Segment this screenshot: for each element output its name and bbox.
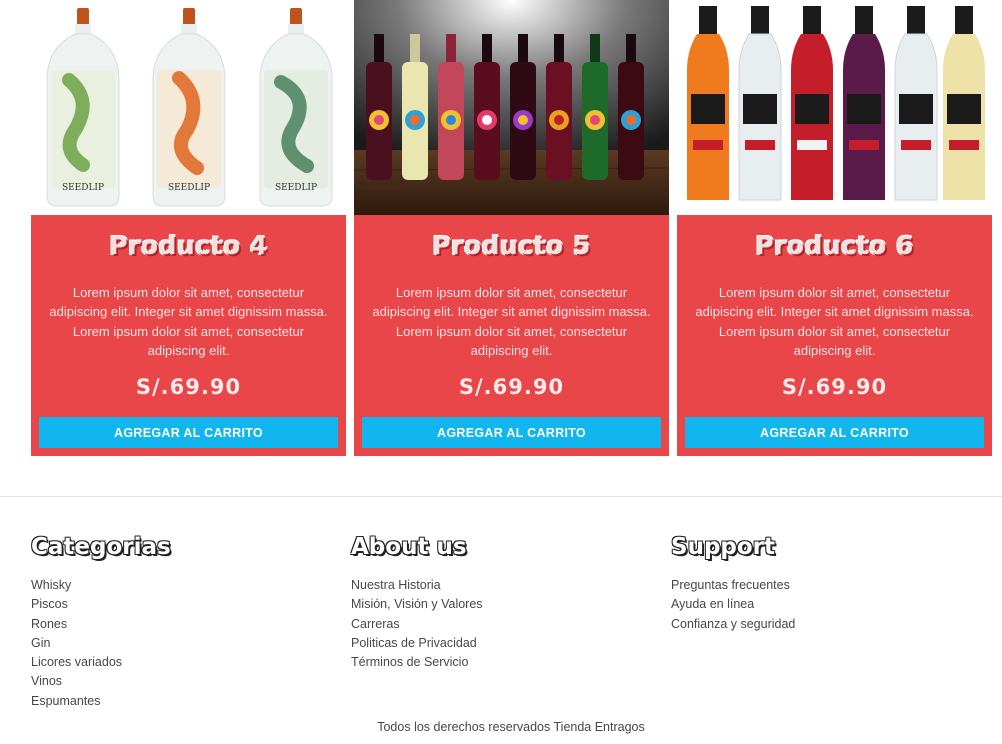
footer-heading-about: About us xyxy=(351,534,467,560)
footer-heading-categories: Categorias xyxy=(31,534,171,560)
footer-link-confianza[interactable]: Confianza y seguridad xyxy=(671,615,795,634)
product-price: S/.69.90 xyxy=(781,375,888,399)
product-title[interactable]: Producto 6 xyxy=(677,231,992,260)
add-to-cart-button[interactable]: AGREGAR AL CARRITO xyxy=(685,417,984,448)
product-description: Lorem ipsum dolor sit amet, consectetur … xyxy=(695,285,974,358)
about-list: Nuestra Historia Misión, Visión y Valore… xyxy=(351,576,483,672)
product-info: Producto 6 Lorem ipsum dolor sit amet, c… xyxy=(677,215,992,456)
categories-list: Whisky Piscos Rones Gin Licores variados… xyxy=(31,576,171,711)
footer-link-privacidad[interactable]: Politicas de Privacidad xyxy=(351,634,483,653)
svg-text:SEEDLIP: SEEDLIP xyxy=(275,183,317,193)
product-image[interactable] xyxy=(677,0,992,215)
footer-link-faq[interactable]: Preguntas frecuentes xyxy=(671,576,795,595)
footer-column-categories: Categorias Whisky Piscos Rones Gin Licor… xyxy=(31,532,171,711)
product-card: Producto 6 Lorem ipsum dolor sit amet, c… xyxy=(677,0,992,456)
footer-link-espumantes[interactable]: Espumantes xyxy=(31,692,171,711)
add-to-cart-button[interactable]: AGREGAR AL CARRITO xyxy=(362,417,661,448)
product-card: Producto 5 Lorem ipsum dolor sit amet, c… xyxy=(354,0,669,456)
svg-text:SEEDLIP: SEEDLIP xyxy=(62,183,104,193)
product-info: Producto 5 Lorem ipsum dolor sit amet, c… xyxy=(354,215,669,456)
footer-link-ayuda[interactable]: Ayuda en línea xyxy=(671,595,795,614)
footer-link-carreras[interactable]: Carreras xyxy=(351,615,483,634)
copyright-text: Todos los derechos reservados Tienda Ent… xyxy=(377,720,645,734)
product-image[interactable]: SEEDLIP SEEDLIP SEEDLIP xyxy=(31,0,346,215)
footer-column-about: About us Nuestra Historia Misión, Visión… xyxy=(351,532,483,672)
footer-divider xyxy=(0,496,1002,497)
footer-link-historia[interactable]: Nuestra Historia xyxy=(351,576,483,595)
product-title[interactable]: Producto 5 xyxy=(354,231,669,260)
footer-link-rones[interactable]: Rones xyxy=(31,615,171,634)
support-list: Preguntas frecuentes Ayuda en línea Conf… xyxy=(671,576,795,634)
footer-column-support: Support Preguntas frecuentes Ayuda en lí… xyxy=(671,532,795,634)
add-to-cart-button[interactable]: AGREGAR AL CARRITO xyxy=(39,417,338,448)
footer-link-vinos[interactable]: Vinos xyxy=(31,672,171,691)
product-price: S/.69.90 xyxy=(135,375,242,399)
product-grid: SEEDLIP SEEDLIP SEEDLIP Producto 4 Lorem… xyxy=(0,0,1002,456)
footer-link-licores[interactable]: Licores variados xyxy=(31,653,171,672)
footer-link-whisky[interactable]: Whisky xyxy=(31,576,171,595)
product-description: Lorem ipsum dolor sit amet, consectetur … xyxy=(372,285,651,358)
product-info: Producto 4 Lorem ipsum dolor sit amet, c… xyxy=(31,215,346,456)
product-image[interactable] xyxy=(354,0,669,215)
product-price: S/.69.90 xyxy=(458,375,565,399)
svg-text:SEEDLIP: SEEDLIP xyxy=(168,183,210,193)
footer-heading-support: Support xyxy=(671,534,776,560)
product-title[interactable]: Producto 4 xyxy=(31,231,346,260)
footer-link-piscos[interactable]: Piscos xyxy=(31,595,171,614)
product-card: SEEDLIP SEEDLIP SEEDLIP Producto 4 Lorem… xyxy=(31,0,346,456)
footer-link-terminos[interactable]: Términos de Servicio xyxy=(351,653,483,672)
footer-link-gin[interactable]: Gin xyxy=(31,634,171,653)
product-description: Lorem ipsum dolor sit amet, consectetur … xyxy=(49,285,328,358)
footer-link-mision[interactable]: Misión, Visión y Valores xyxy=(351,595,483,614)
